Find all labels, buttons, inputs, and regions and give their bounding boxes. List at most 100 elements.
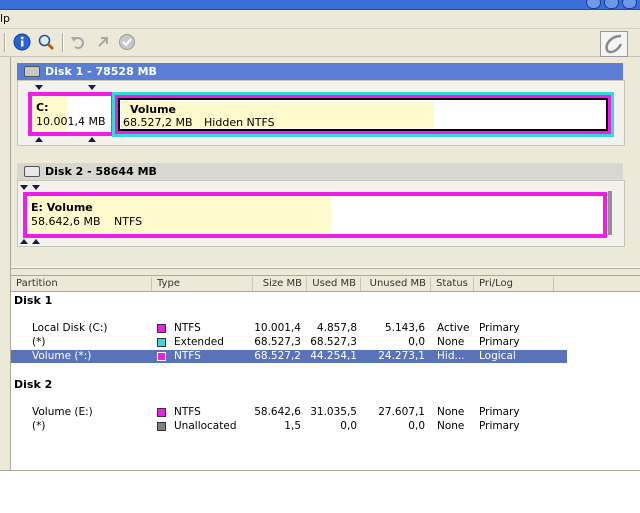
type-color-swatch: [157, 408, 166, 417]
menu-help[interactable]: lp: [0, 12, 10, 25]
table-row[interactable]: (*) Unallocated 1,5 0,0 0,0 None Primary: [11, 420, 567, 433]
partition-end-marker: [88, 137, 96, 142]
cell-used: 4.857,8: [316, 322, 357, 334]
cell-status: None: [437, 336, 465, 348]
close-button[interactable]: [622, 0, 637, 9]
cell-type: NTFS: [174, 322, 201, 334]
cell-partition: (*): [32, 336, 46, 348]
partition-volume-info: 68.527,2 MB Hidden NTFS: [123, 116, 275, 129]
partition-e-size: 58.642,6 MB: [31, 215, 101, 228]
partition-start-marker: [20, 239, 28, 244]
partition-end-marker: [32, 185, 40, 190]
cell-status: None: [437, 406, 465, 418]
disk-map-panel: Disk 1 - 78528 MB C: 10.001,4 MB Volume …: [11, 57, 640, 267]
partition-volume-label: Volume: [130, 103, 176, 116]
toolbar-separator: [4, 33, 6, 52]
cell-size: 10.001,4: [254, 322, 301, 334]
cell-pri-log: Logical: [479, 350, 516, 362]
disk-1-map: C: 10.001,4 MB Volume 68.527,2 MB Hidden…: [17, 80, 625, 146]
column-partition[interactable]: Partition: [11, 277, 152, 291]
cell-type: NTFS: [174, 350, 201, 362]
partition-list: Partition Type Size MB Used MB Unused MB…: [11, 276, 640, 470]
cell-pri-log: Primary: [479, 336, 520, 348]
minimize-button[interactable]: [586, 0, 601, 9]
cell-unused: 27.607,1: [378, 406, 425, 418]
left-panel-edge: [0, 57, 11, 470]
zoom-icon[interactable]: [37, 33, 55, 51]
cell-size: 1,5: [284, 420, 301, 432]
partition-end-marker: [32, 239, 40, 244]
group-disk-1: Disk 1: [14, 294, 53, 307]
column-pri-log[interactable]: Pri/Log: [474, 277, 554, 291]
partition-c[interactable]: C: 10.001,4 MB: [28, 92, 115, 136]
partition-c-label: C:: [36, 101, 49, 114]
partition-e-info: 58.642,6 MB NTFS: [31, 215, 142, 228]
cell-unused: 0,0: [408, 420, 425, 432]
table-row[interactable]: Volume (E:) NTFS 58.642,6 31.035,5 27.60…: [11, 406, 567, 419]
column-size[interactable]: Size MB: [253, 277, 307, 291]
cell-status: None: [437, 420, 465, 432]
menu-bar: lp: [0, 10, 640, 29]
cell-unused: 0,0: [408, 336, 425, 348]
partition-e-label: E: Volume: [31, 201, 93, 214]
partition-start-marker: [20, 185, 28, 190]
disk-1-header[interactable]: Disk 1 - 78528 MB: [17, 63, 623, 80]
cell-used: 44.254,1: [310, 350, 357, 362]
cell-type: Extended: [174, 336, 224, 348]
panel-splitter[interactable]: [11, 268, 640, 276]
disk-2-header[interactable]: Disk 2 - 58644 MB: [17, 163, 623, 180]
partition-end-marker: [88, 85, 96, 90]
cell-size: 68.527,2: [254, 350, 301, 362]
partition-volume-logical[interactable]: Volume 68.527,2 MB Hidden NTFS: [115, 95, 611, 134]
column-headers: Partition Type Size MB Used MB Unused MB…: [11, 276, 640, 292]
cell-status: Hid...: [437, 350, 465, 362]
cell-pri-log: Primary: [479, 406, 520, 418]
cell-size: 68.527,3: [254, 336, 301, 348]
column-type[interactable]: Type: [152, 277, 253, 291]
cell-pri-log: Primary: [479, 322, 520, 334]
cell-partition: Volume (E:): [32, 406, 93, 418]
brand-logo-icon: [600, 31, 628, 57]
partition-start-marker: [35, 85, 43, 90]
maximize-button[interactable]: [604, 0, 619, 9]
cell-partition: Volume (*:): [32, 350, 92, 362]
partition-e[interactable]: E: Volume 58.642,6 MB NTFS: [23, 192, 607, 238]
partition-c-size: 10.001,4 MB: [36, 115, 106, 128]
unallocated-sliver: [608, 191, 612, 235]
group-disk-2: Disk 2: [14, 378, 53, 391]
cell-used: 31.035,5: [310, 406, 357, 418]
partition-start-marker: [35, 137, 43, 142]
window-title-bar: [0, 0, 640, 10]
column-status[interactable]: Status: [431, 277, 474, 291]
type-color-swatch: [157, 338, 166, 347]
table-row-selected[interactable]: Volume (*:) NTFS 68.527,2 44.254,1 24.27…: [11, 350, 567, 363]
cell-used: 68.527,3: [310, 336, 357, 348]
type-color-swatch: [157, 422, 166, 431]
info-icon[interactable]: [13, 33, 31, 51]
cell-unused: 24.273,1: [378, 350, 425, 362]
column-unused[interactable]: Unused MB: [361, 277, 431, 291]
disk-2-map: E: Volume 58.642,6 MB NTFS: [17, 180, 625, 247]
type-color-swatch: [157, 352, 166, 361]
undo-icon[interactable]: [69, 33, 87, 51]
toolbar-separator: [62, 33, 64, 52]
partition-volume-size: 68.527,2 MB: [123, 116, 193, 129]
partition-extended[interactable]: Volume 68.527,2 MB Hidden NTFS: [112, 92, 614, 137]
column-used[interactable]: Used MB: [307, 277, 361, 291]
apply-icon[interactable]: [118, 33, 136, 51]
cell-partition: Local Disk (C:): [32, 322, 108, 334]
hard-disk-icon: [24, 166, 40, 177]
table-row[interactable]: Local Disk (C:) NTFS 10.001,4 4.857,8 5.…: [11, 322, 567, 335]
disk-1-title: Disk 1 - 78528 MB: [45, 65, 157, 78]
redo-icon[interactable]: [94, 33, 112, 51]
toolbar: [0, 29, 640, 57]
cell-type: Unallocated: [174, 420, 237, 432]
status-area: [0, 470, 640, 513]
disk-2-title: Disk 2 - 58644 MB: [45, 165, 157, 178]
table-row[interactable]: (*) Extended 68.527,3 68.527,3 0,0 None …: [11, 336, 567, 349]
partition-e-fs: NTFS: [114, 215, 143, 228]
hard-disk-icon: [24, 66, 40, 77]
cell-used: 0,0: [340, 420, 357, 432]
type-color-swatch: [157, 324, 166, 333]
cell-partition: (*): [32, 420, 46, 432]
